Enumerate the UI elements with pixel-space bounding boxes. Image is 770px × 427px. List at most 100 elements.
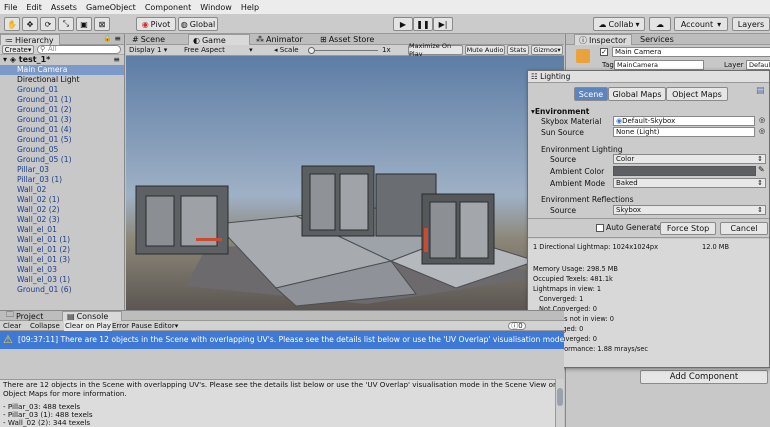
scene-menu-icon[interactable]: ≡	[113, 55, 120, 65]
tab-project[interactable]: 🗀 Project	[2, 310, 47, 321]
hierarchy-item[interactable]: Wall_02 (2)	[0, 205, 124, 215]
menu-file[interactable]: File	[4, 3, 17, 12]
global-button[interactable]: ◍ Global	[178, 17, 218, 31]
tab-asset-store[interactable]: ⊞ Asset Store	[316, 34, 378, 45]
tab-inspector[interactable]: ⓘ Inspector	[574, 34, 632, 45]
hierarchy-item[interactable]: Ground_01 (3)	[0, 115, 124, 125]
hierarchy-item[interactable]: Wall_02 (1)	[0, 195, 124, 205]
layer-dropdown[interactable]: Defaul	[746, 60, 770, 70]
add-component-button[interactable]: Add Component	[640, 370, 768, 384]
hierarchy-item[interactable]: Ground_01	[0, 85, 124, 95]
hierarchy-item[interactable]: Ground_01 (1)	[0, 95, 124, 105]
environment-header[interactable]: ▾Environment	[531, 107, 589, 116]
auto-generate-checkbox[interactable]	[596, 224, 604, 232]
tab-hierarchy[interactable]: ≔ Hierarchy	[0, 34, 60, 45]
game-viewport[interactable]	[126, 56, 564, 310]
clear-on-play-toggle[interactable]: Clear on Play	[64, 321, 113, 331]
rect-tool-button[interactable]: ▣	[76, 17, 92, 31]
hierarchy-item[interactable]: Wall_el_01 (3)	[0, 255, 124, 265]
reflection-source-dropdown[interactable]: Skybox ⇕	[613, 205, 766, 215]
hierarchy-item[interactable]: Wall_02	[0, 185, 124, 195]
force-stop-button[interactable]: Force Stop	[660, 222, 716, 235]
console-search-input[interactable]: ⓘ0	[508, 322, 526, 330]
menu-window[interactable]: Window	[200, 3, 232, 12]
gizmos-dropdown[interactable]: Gizmos ▾	[531, 45, 563, 55]
step-button[interactable]: ▶|	[433, 17, 453, 31]
create-button[interactable]: Create ▾	[2, 45, 34, 54]
cancel-button[interactable]: Cancel	[720, 222, 768, 235]
eyedropper-icon[interactable]: ✎	[758, 165, 765, 174]
maximize-on-play-toggle[interactable]: Maximize On Play	[408, 42, 463, 58]
tab-console[interactable]: ▤ Console	[62, 311, 122, 321]
hierarchy-item[interactable]: Wall_el_03 (1)	[0, 275, 124, 285]
tab-scene[interactable]: # Scene	[128, 34, 169, 45]
pivot-button[interactable]: ◉ Pivot	[136, 17, 176, 31]
source-dropdown[interactable]: Color ⇕	[613, 154, 766, 164]
hierarchy-item[interactable]: Wall_el_01 (2)	[0, 245, 124, 255]
play-button[interactable]: ▶	[393, 17, 413, 31]
help-book-icon[interactable]: ▤	[756, 86, 765, 96]
hierarchy-item[interactable]: Directional Light	[0, 75, 124, 85]
sun-source-field[interactable]: None (Light)	[613, 127, 755, 137]
lock-icon[interactable]: 🔒	[103, 34, 112, 42]
hierarchy-item[interactable]: Wall_02 (3)	[0, 215, 124, 225]
ambient-mode-dropdown[interactable]: Baked ⇕	[613, 178, 766, 188]
hand-tool-button[interactable]: ✋	[4, 17, 20, 31]
aspect-dropdown[interactable]: Free Aspect ▾	[184, 45, 253, 55]
hierarchy-item[interactable]: Ground_01 (5)	[0, 135, 124, 145]
hierarchy-item[interactable]: Main Camera	[0, 65, 124, 75]
active-checkbox[interactable]: ✓	[600, 48, 608, 56]
hierarchy-item[interactable]: Wall_el_03	[0, 265, 124, 275]
console-scrollbar[interactable]	[555, 379, 564, 427]
object-picker-icon[interactable]: ◎	[759, 116, 765, 124]
menu-assets[interactable]: Assets	[51, 3, 77, 12]
pause-button[interactable]: ❚❚	[413, 17, 433, 31]
menu-gameobject[interactable]: GameObject	[86, 3, 136, 12]
layers-dropdown[interactable]: Layers	[732, 17, 770, 31]
lighting-tab-global-maps[interactable]: Global Maps	[608, 87, 666, 101]
menu-edit[interactable]: Edit	[26, 3, 42, 12]
scale-slider[interactable]	[308, 47, 378, 54]
tag-dropdown[interactable]: MainCamera	[614, 60, 704, 70]
scale-tool-button[interactable]: ⤡	[58, 17, 74, 31]
lighting-tab-object-maps[interactable]: Object Maps	[666, 87, 728, 101]
lighting-tab-scene[interactable]: Scene	[574, 87, 608, 101]
scene-root[interactable]: ▾ ◈ test_1* ≡	[0, 55, 124, 65]
editor-dropdown[interactable]: Editor▾	[154, 321, 178, 331]
collapse-toggle[interactable]: Collapse	[30, 321, 60, 331]
hierarchy-item[interactable]: Pillar_03 (1)	[0, 175, 124, 185]
hierarchy-item[interactable]: Wall_el_01 (1)	[0, 235, 124, 245]
mute-audio-toggle[interactable]: Mute Audio	[465, 45, 505, 55]
tab-game[interactable]: ◐ Game	[188, 34, 250, 45]
rotate-tool-button[interactable]: ⟳	[40, 17, 56, 31]
hierarchy-item[interactable]: Ground_05 (1)	[0, 155, 124, 165]
hierarchy-search-input[interactable]: ⚲ All	[37, 45, 121, 54]
object-picker-icon[interactable]: ◎	[759, 127, 765, 135]
account-dropdown[interactable]: Account ▾	[674, 17, 728, 31]
menu-help[interactable]: Help	[241, 3, 259, 12]
move-tool-button[interactable]: ✥	[22, 17, 38, 31]
stats-toggle[interactable]: Stats	[507, 45, 529, 55]
hierarchy-item[interactable]: Ground_01 (2)	[0, 105, 124, 115]
clear-button[interactable]: Clear	[3, 321, 21, 331]
tab-animator[interactable]: ⁂ Animator	[252, 34, 307, 45]
hierarchy-item[interactable]: Ground_01 (6)	[0, 285, 124, 295]
slider-thumb[interactable]	[308, 47, 315, 54]
cloud-services-button[interactable]: ☁	[649, 17, 671, 31]
hierarchy-item[interactable]: Pillar_03	[0, 165, 124, 175]
object-name-field[interactable]: Main Camera	[612, 47, 770, 57]
error-pause-toggle[interactable]: Error Pause	[112, 321, 152, 331]
lighting-titlebar[interactable]: ☷ Lighting	[528, 71, 769, 83]
display-dropdown[interactable]: Display 1 ▾	[129, 45, 167, 55]
tab-services[interactable]: Services	[636, 34, 678, 45]
hierarchy-item[interactable]: Ground_05	[0, 145, 124, 155]
hierarchy-item[interactable]: Ground_01 (4)	[0, 125, 124, 135]
hierarchy-item[interactable]: Wall_el_01	[0, 225, 124, 235]
menu-component[interactable]: Component	[145, 3, 191, 12]
console-log-entry[interactable]: ⚠ [09:37:11] There are 12 objects in the…	[0, 331, 564, 349]
ambient-color-swatch[interactable]	[613, 166, 756, 176]
transform-tool-button[interactable]: ⊠	[94, 17, 110, 31]
scrollbar-thumb[interactable]	[557, 388, 563, 406]
skybox-material-field[interactable]: ◉Default-Skybox	[613, 116, 755, 126]
panel-menu-icon[interactable]: ≡	[114, 34, 121, 43]
